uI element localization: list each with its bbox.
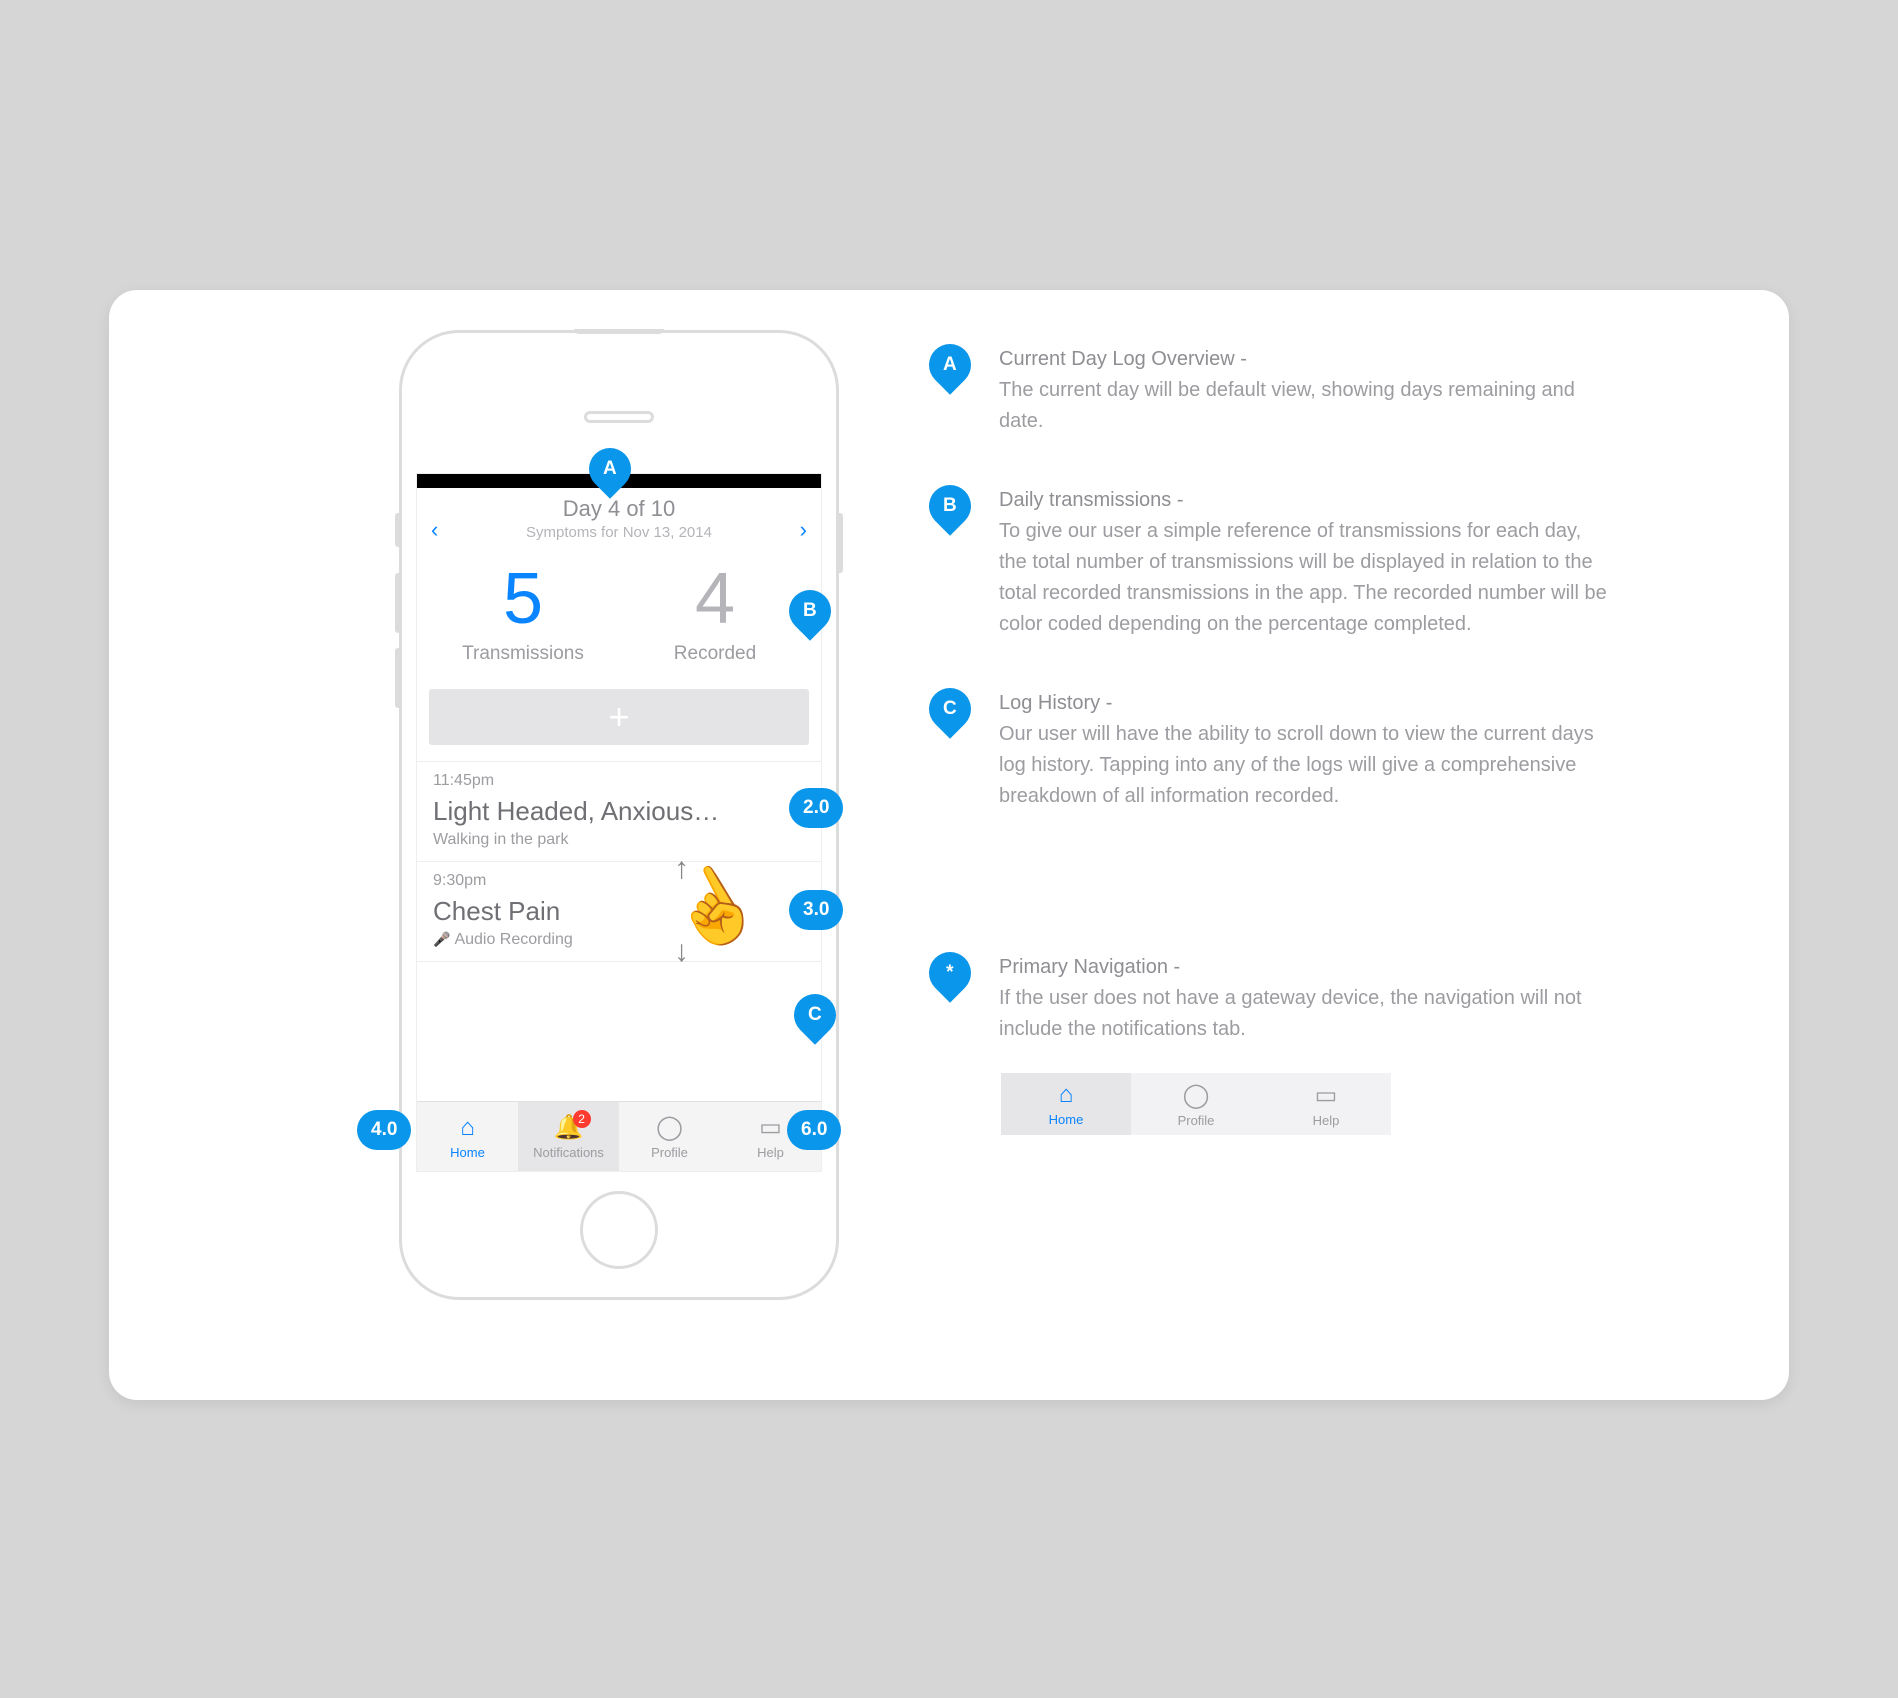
home-icon: ⌂ — [460, 1114, 475, 1142]
phone-notch — [574, 329, 664, 334]
legend-title: Current Day Log Overview - — [999, 348, 1247, 370]
phone-speaker — [584, 411, 654, 423]
help-icon: ▭ — [1315, 1081, 1338, 1110]
annotation-pin-a: A — [920, 335, 979, 394]
prev-day-button[interactable]: ‹ — [431, 517, 438, 543]
tab-notifications[interactable]: 🔔 2 Notifications — [518, 1102, 619, 1171]
side-button — [837, 513, 843, 573]
legend-body: To give our user a simple reference of t… — [999, 520, 1607, 635]
tab-label: Home — [450, 1145, 485, 1160]
notification-badge: 2 — [573, 1110, 591, 1128]
day-title: Day 4 of 10 — [438, 496, 799, 522]
log-list[interactable]: 11:45pm Light Headed, Anxious… Walking i… — [417, 761, 821, 1101]
day-subtitle: Symptoms for Nov 13, 2014 — [438, 524, 799, 541]
stat-label: Transmissions — [427, 643, 619, 665]
stat-label: Recorded — [619, 643, 811, 665]
annotation-pin-c: C — [920, 679, 979, 738]
annotation-pin-star: * — [920, 943, 979, 1002]
scroll-arrow-up-icon: ↑ — [674, 852, 689, 886]
log-item[interactable]: 9:30pm Chest Pain Audio Recording › — [417, 862, 821, 962]
annotation-bubble-30: 3.0 — [789, 890, 843, 930]
scroll-arrow-down-icon: ↓ — [674, 935, 689, 969]
tab-label: Notifications — [533, 1145, 604, 1160]
annotation-bubble-40: 4.0 — [357, 1110, 411, 1150]
tab-home[interactable]: ⌂ Home — [417, 1102, 518, 1171]
legend-body: The current day will be default view, sh… — [999, 379, 1575, 432]
help-icon: ▭ — [759, 1113, 782, 1142]
legend-row-b: B Daily transmissions - To give our user… — [929, 485, 1609, 640]
add-log-button[interactable]: + — [429, 689, 809, 745]
log-title: Light Headed, Anxious… — [433, 796, 805, 827]
tab-help[interactable]: ▭ Help — [1261, 1073, 1391, 1135]
tab-label: Help — [757, 1145, 784, 1160]
tab-profile[interactable]: ◯ Profile — [1131, 1073, 1261, 1135]
plus-icon: + — [608, 696, 629, 738]
home-icon: ⌂ — [1059, 1081, 1074, 1109]
day-nav-row: ‹ Day 4 of 10 Symptoms for Nov 13, 2014 … — [417, 488, 821, 563]
legend-title: Primary Navigation - — [999, 956, 1180, 978]
phone-screen: ‹ Day 4 of 10 Symptoms for Nov 13, 2014 … — [416, 473, 822, 1172]
legend-title: Daily transmissions - — [999, 489, 1183, 511]
stat-recorded: 4 Recorded — [619, 563, 811, 665]
tab-label: Profile — [651, 1145, 688, 1160]
profile-icon: ◯ — [656, 1113, 683, 1142]
log-item[interactable]: 11:45pm Light Headed, Anxious… Walking i… — [417, 762, 821, 862]
annotation-bubble-60: 6.0 — [787, 1110, 841, 1150]
log-title: Chest Pain — [433, 896, 805, 927]
log-time: 11:45pm — [433, 772, 805, 790]
tab-profile[interactable]: ◯ Profile — [619, 1102, 720, 1171]
profile-icon: ◯ — [1183, 1081, 1210, 1110]
tab-home[interactable]: ⌂ Home — [1001, 1073, 1131, 1135]
tab-label: Help — [1313, 1113, 1340, 1128]
stat-value: 4 — [619, 563, 811, 635]
stat-value: 5 — [427, 563, 619, 635]
home-button[interactable] — [580, 1191, 658, 1269]
annotation-legend: A Current Day Log Overview - The current… — [929, 344, 1609, 1135]
spec-canvas: ‹ Day 4 of 10 Symptoms for Nov 13, 2014 … — [109, 290, 1789, 1400]
tab-bar-alt: ⌂ Home ◯ Profile ▭ Help — [1001, 1073, 1391, 1135]
tab-bar: ⌂ Home 🔔 2 Notifications ◯ Profile ▭ Hel… — [417, 1101, 821, 1171]
annotation-bubble-20: 2.0 — [789, 788, 843, 828]
stats-row: 5 Transmissions 4 Recorded — [417, 563, 821, 689]
legend-row-c: C Log History - Our user will have the a… — [929, 688, 1609, 812]
annotation-pin-b: B — [920, 476, 979, 535]
legend-row-a: A Current Day Log Overview - The current… — [929, 344, 1609, 437]
log-time: 9:30pm — [433, 872, 805, 890]
stat-transmissions: 5 Transmissions — [427, 563, 619, 665]
next-day-button[interactable]: › — [800, 517, 807, 543]
side-button — [395, 648, 401, 708]
legend-row-star: * Primary Navigation - If the user does … — [929, 952, 1609, 1045]
log-sub: Audio Recording — [433, 931, 805, 949]
log-sub: Walking in the park — [433, 831, 805, 849]
side-button — [395, 573, 401, 633]
legend-title: Log History - — [999, 692, 1112, 714]
tab-label: Profile — [1178, 1113, 1215, 1128]
legend-body: Our user will have the ability to scroll… — [999, 723, 1594, 807]
tab-label: Home — [1049, 1112, 1084, 1127]
side-button — [395, 513, 401, 547]
legend-body: If the user does not have a gateway devi… — [999, 987, 1582, 1040]
